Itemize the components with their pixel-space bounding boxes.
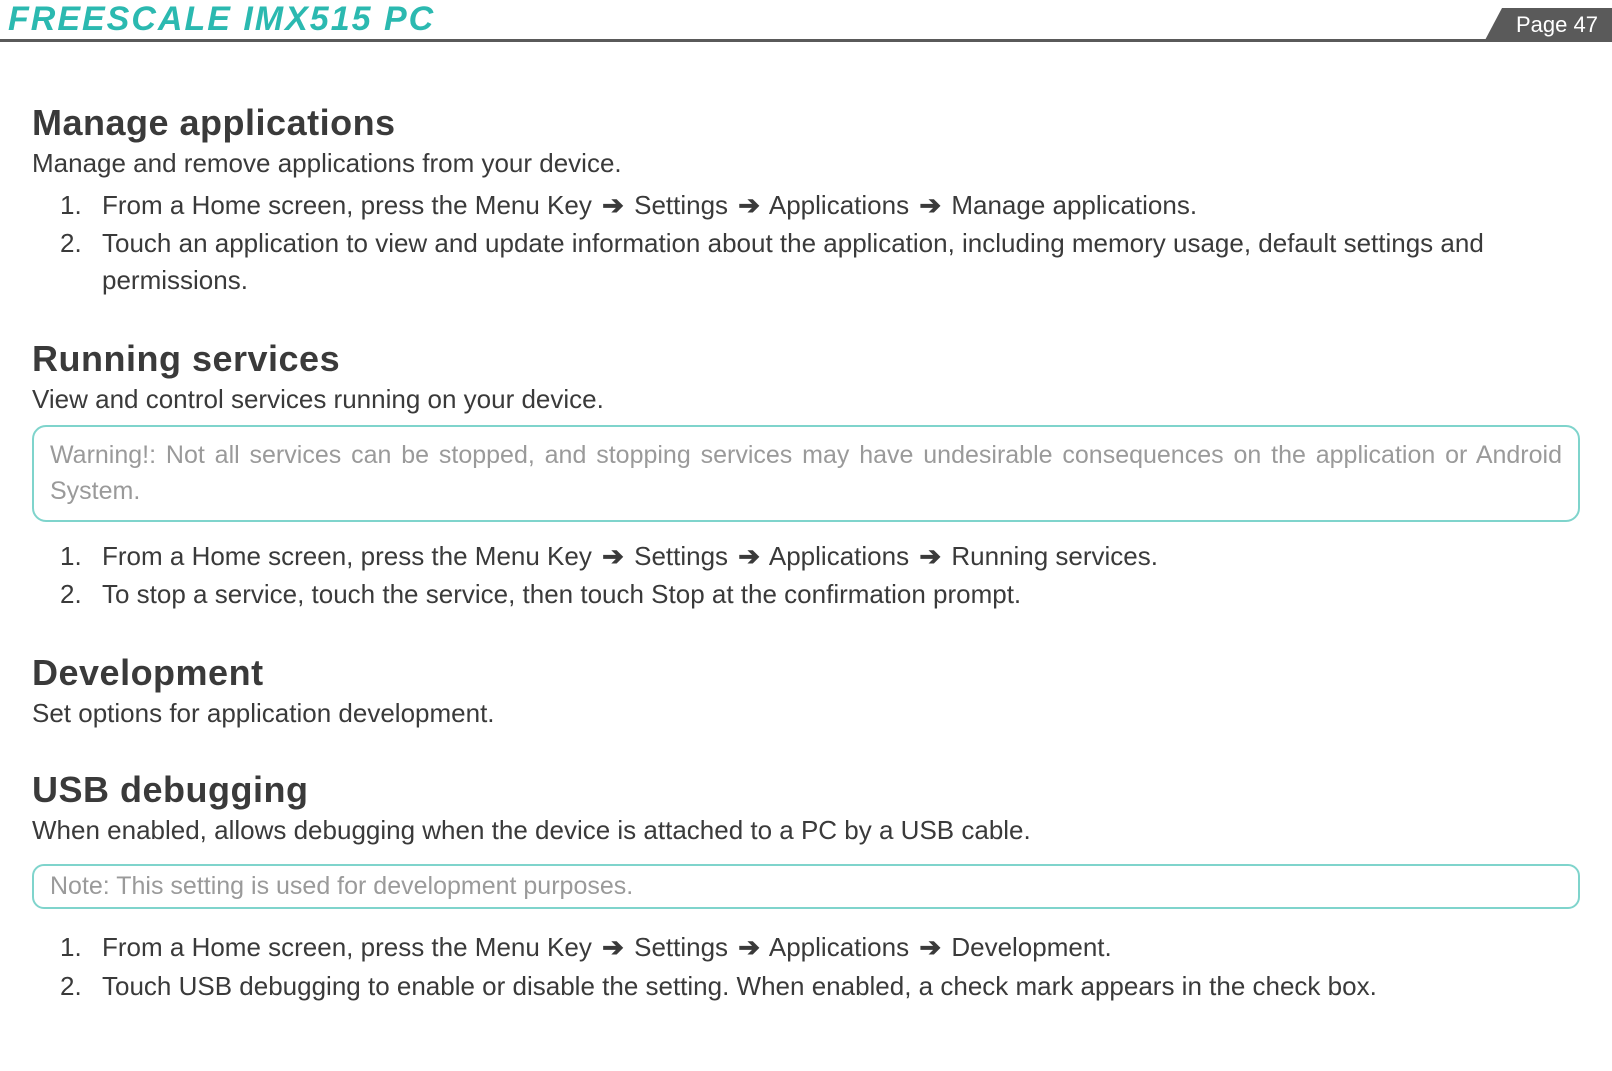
section-desc-running-services: View and control services running on you… [32,384,1580,415]
warning-callout: Warning!: Not all services can be stoppe… [32,425,1580,522]
page-number-badge: Page 47 [1484,8,1612,42]
step-item: To stop a service, touch the service, th… [60,576,1580,612]
step-text: Settings [627,541,735,571]
step-text: Development. [944,932,1112,962]
step-item: From a Home screen, press the Menu Key ➔… [60,929,1580,965]
step-text: From a Home screen, press the Menu Key [102,541,599,571]
section-title-running-services: Running services [32,338,1580,380]
page-label: Page [1516,12,1567,37]
arrow-icon: ➔ [919,190,941,220]
arrow-icon: ➔ [602,190,624,220]
step-text: From a Home screen, press the Menu Key [102,932,599,962]
page-header: FREESCALE IMX515 PC Page 47 [0,0,1612,42]
document-title: FREESCALE IMX515 PC [0,0,1612,38]
arrow-icon: ➔ [602,932,624,962]
step-text: Manage applications. [944,190,1197,220]
steps-manage-applications: From a Home screen, press the Menu Key ➔… [32,187,1580,298]
page-content: Manage applications Manage and remove ap… [0,42,1612,1004]
steps-running-services: From a Home screen, press the Menu Key ➔… [32,538,1580,613]
section-desc-usb-debugging: When enabled, allows debugging when the … [32,815,1580,846]
step-text: From a Home screen, press the Menu Key [102,190,599,220]
section-desc-development: Set options for application development. [32,698,1580,729]
step-text: Applications [763,190,916,220]
step-text: Settings [627,190,735,220]
arrow-icon: ➔ [738,190,760,220]
step-text: Applications [763,932,916,962]
steps-usb-debugging: From a Home screen, press the Menu Key ➔… [32,929,1580,1004]
arrow-icon: ➔ [738,932,760,962]
section-title-development: Development [32,652,1580,694]
arrow-icon: ➔ [602,541,624,571]
arrow-icon: ➔ [738,541,760,571]
step-text: Running services. [944,541,1158,571]
step-item: From a Home screen, press the Menu Key ➔… [60,187,1580,223]
step-item: Touch an application to view and update … [60,225,1580,298]
step-item: Touch USB debugging to enable or disable… [60,968,1580,1004]
step-text: Applications [763,541,916,571]
note-callout: Note: This setting is used for developme… [32,864,1580,909]
section-desc-manage-applications: Manage and remove applications from your… [32,148,1580,179]
section-title-usb-debugging: USB debugging [32,769,1580,811]
arrow-icon: ➔ [919,932,941,962]
step-text: Settings [627,932,735,962]
section-title-manage-applications: Manage applications [32,102,1580,144]
step-item: From a Home screen, press the Menu Key ➔… [60,538,1580,574]
arrow-icon: ➔ [919,541,941,571]
page-number: 47 [1574,12,1598,37]
